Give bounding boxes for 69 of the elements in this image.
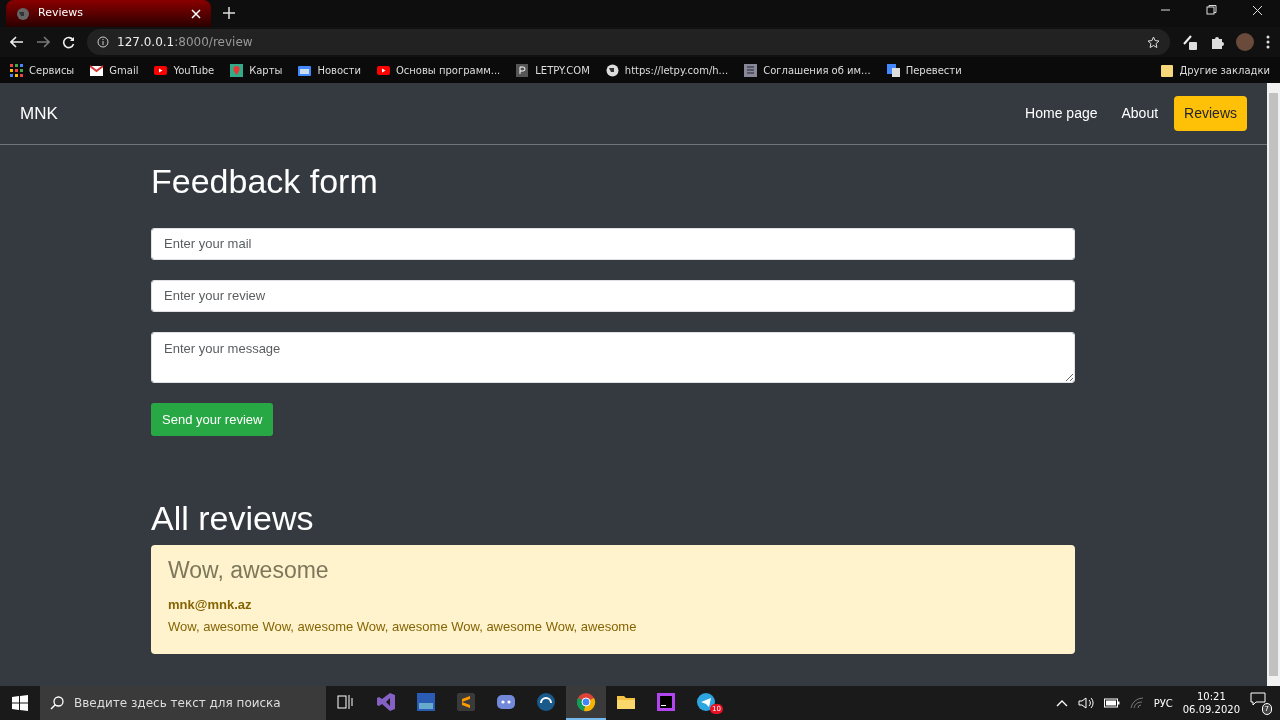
language-indicator[interactable]: РУС <box>1153 695 1173 711</box>
bookmark[interactable]: Gmail <box>90 62 139 78</box>
play-icon <box>376 63 390 77</box>
bookmark[interactable]: LETPY.COM <box>516 62 590 78</box>
text-field[interactable]: Enter your mail <box>151 227 1075 260</box>
chrome-icon <box>576 692 596 712</box>
nav-link[interactable]: Reviews <box>1174 96 1247 131</box>
review-text: Wow, awesome Wow, awesome Wow, awesome Wow, awesome Wow, awesome <box>168 618 638 637</box>
apps-grid-icon <box>10 63 23 77</box>
chevron-up-icon[interactable] <box>1055 699 1068 707</box>
globe-icon <box>16 6 30 21</box>
page-heading: Feedback form <box>151 161 379 202</box>
review-title: Wow, awesome <box>168 557 330 585</box>
bookmark[interactable]: YouTube <box>154 62 215 78</box>
nav-link[interactable]: Home page <box>1017 97 1106 130</box>
reload-icon[interactable] <box>62 35 75 49</box>
taskbar-search-field[interactable]: Введите здесь текст для поиска <box>40 686 326 720</box>
menu-icon[interactable] <box>1266 35 1270 49</box>
new-tab-icon[interactable] <box>223 7 235 19</box>
bookmark[interactable]: Соглашения об им... <box>744 62 871 78</box>
bookmark[interactable]: https://letpy.com/h... <box>605 62 729 78</box>
scrollbar[interactable] <box>1267 83 1280 686</box>
forward-arrow-icon[interactable] <box>36 36 50 48</box>
bookmark[interactable]: Перевести <box>886 62 962 78</box>
globe-icon <box>605 63 619 77</box>
close-icon[interactable] <box>1251 4 1263 16</box>
wifi-icon[interactable] <box>1129 697 1144 709</box>
speaker-icon[interactable] <box>1077 697 1094 709</box>
brand-link[interactable]: MNK <box>20 100 1010 127</box>
bookmark[interactable]: Другие закладки <box>1161 62 1270 78</box>
dev-tool-icon <box>416 692 436 712</box>
chat-bubble-icon <box>496 692 516 712</box>
bookmark[interactable]: Основы программ... <box>376 62 501 78</box>
text-field[interactable]: Enter your review <box>151 279 1075 312</box>
folder-icon <box>1161 63 1174 77</box>
section-heading: All reviews <box>151 498 315 540</box>
windows-logo-icon <box>12 695 28 711</box>
message-icon <box>1250 692 1266 706</box>
info-icon <box>97 36 109 48</box>
browser-tab[interactable]: Reviews <box>6 0 211 27</box>
play-icon <box>154 63 168 77</box>
restore-icon[interactable] <box>1205 4 1217 16</box>
nav-link[interactable]: About <box>1113 97 1167 130</box>
search-icon <box>50 696 64 710</box>
bookmark[interactable]: Карты <box>230 62 283 78</box>
bookmark[interactable]: Новости <box>298 62 361 78</box>
mail-icon <box>90 63 104 77</box>
review-email: mnk@mnk.az <box>168 595 253 614</box>
newspaper-icon <box>298 63 312 77</box>
bookmark[interactable]: Сервисы <box>10 62 75 78</box>
headset-icon <box>536 692 556 712</box>
battery-icon[interactable] <box>1103 698 1120 708</box>
sublime-icon <box>456 692 476 712</box>
document-icon <box>744 63 758 77</box>
clock[interactable]: 10:21 06.09.2020 <box>1182 689 1240 717</box>
map-pin-icon <box>230 63 244 77</box>
puzzle-icon[interactable] <box>1210 35 1224 49</box>
letter-icon <box>516 63 530 77</box>
address-bar[interactable]: 127.0.0.1:8000/review <box>87 29 1170 55</box>
translate-icon <box>886 63 900 77</box>
phpstorm-icon <box>656 692 676 712</box>
back-arrow-icon[interactable] <box>10 36 24 48</box>
star-icon[interactable] <box>1147 35 1160 49</box>
taskbar-app-button[interactable] <box>566 686 606 720</box>
url-text: 127.0.0.1:8000/review <box>117 34 254 51</box>
pen-icon[interactable] <box>1182 34 1198 50</box>
visual-studio-icon <box>376 692 396 712</box>
task-view-icon <box>336 692 356 712</box>
message-field[interactable]: Enter your message <box>151 331 1075 383</box>
